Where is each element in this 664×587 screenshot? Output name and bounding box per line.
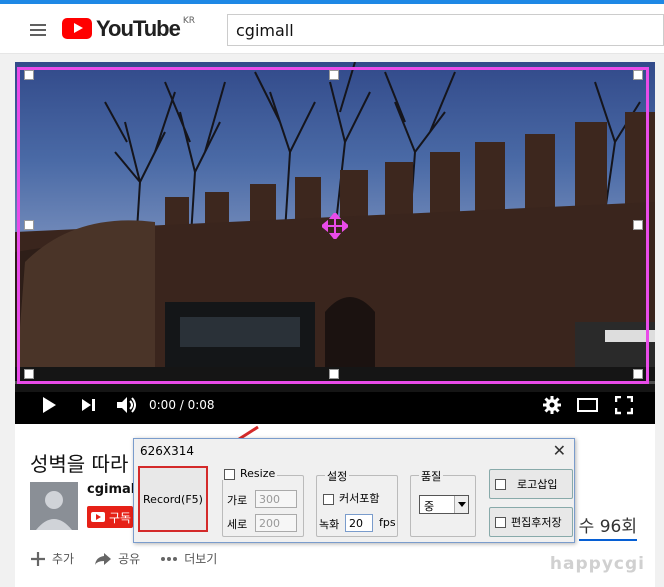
subscribe-play-icon	[91, 512, 105, 522]
logo-insert-button[interactable]: 로고삽입	[489, 469, 573, 499]
fullscreen-icon[interactable]	[615, 396, 633, 416]
search-input[interactable]: cgimall	[227, 14, 664, 46]
edit-save-label: 편집후저장	[511, 516, 562, 529]
next-icon[interactable]	[81, 398, 97, 418]
quality-group-label: 품질	[419, 468, 444, 484]
channel-name[interactable]: cgimall	[87, 482, 140, 497]
resize-handle-bottom-right[interactable]	[633, 369, 643, 379]
play-icon[interactable]	[41, 396, 57, 416]
add-label: 추가	[52, 552, 75, 566]
cursor-label: 커서포함	[339, 492, 380, 505]
theater-mode-icon[interactable]	[577, 397, 599, 417]
resize-handle-middle-left[interactable]	[24, 220, 34, 230]
resize-handle-bottom-left[interactable]	[24, 369, 34, 379]
cursor-option[interactable]: 커서포함	[323, 490, 379, 506]
logo-insert-checkbox[interactable]	[495, 478, 506, 490]
move-crosshair-icon[interactable]	[322, 213, 348, 239]
resize-handle-top-right[interactable]	[633, 70, 643, 80]
recorder-dialog: 626X314 ✕ Record(F5) Resize 가로 300 세로 20…	[133, 438, 575, 543]
plus-icon	[31, 551, 45, 566]
resize-handle-top-left[interactable]	[24, 70, 34, 80]
fps-prefix-label: 녹화	[319, 518, 340, 531]
watermark: happycgi	[549, 554, 645, 574]
resize-handle-top-center[interactable]	[329, 70, 339, 80]
resize-label: Resize	[240, 467, 276, 480]
video-title: 성벽을 따라	[30, 452, 129, 476]
close-icon[interactable]: ✕	[553, 441, 566, 460]
chevron-down-icon[interactable]	[454, 496, 468, 513]
width-label: 가로	[227, 494, 248, 507]
country-code: KR	[182, 16, 195, 26]
resize-handle-middle-right[interactable]	[633, 220, 643, 230]
subscribe-label: 구독	[109, 510, 132, 525]
youtube-play-icon	[62, 18, 92, 39]
settings-group-label: 설정	[325, 468, 350, 484]
quality-select[interactable]: 중	[419, 495, 469, 514]
view-count: 수 96회	[578, 512, 637, 541]
cursor-checkbox[interactable]	[323, 493, 334, 505]
settings-group: 설정 커서포함 녹화 20 fps	[316, 468, 398, 537]
youtube-logo[interactable]: YouTube KR	[62, 16, 195, 42]
quality-value: 중	[424, 500, 435, 513]
settings-gear-icon[interactable]	[543, 396, 561, 416]
dialog-title: 626X314	[140, 444, 195, 458]
width-field[interactable]: 300	[255, 490, 297, 508]
fps-unit-label: fps	[379, 516, 396, 529]
time-display: 0:00 / 0:08	[149, 398, 215, 412]
add-button[interactable]: 추가	[30, 550, 74, 567]
resize-checkbox[interactable]	[224, 468, 235, 480]
resize-group-header: Resize	[222, 467, 278, 480]
video-actions: 추가 공유 더보기	[30, 550, 217, 567]
fps-field[interactable]: 20	[345, 514, 373, 532]
edit-save-button[interactable]: 편집후저장	[489, 507, 573, 537]
resize-handle-bottom-center[interactable]	[329, 369, 339, 379]
share-icon	[95, 552, 112, 565]
avatar-person-icon	[36, 491, 72, 530]
logo-insert-label: 로고삽입	[517, 478, 558, 491]
share-label: 공유	[118, 552, 141, 566]
menu-icon[interactable]	[30, 24, 46, 36]
more-dots-icon	[161, 556, 178, 561]
edit-save-checkbox[interactable]	[495, 516, 506, 528]
masthead: YouTube KR cgimall	[0, 4, 664, 54]
logo-text: YouTube	[96, 16, 181, 41]
share-button[interactable]: 공유	[94, 550, 140, 567]
height-field[interactable]: 200	[255, 514, 297, 532]
record-button[interactable]: Record(F5)	[138, 466, 208, 532]
player-controls: 0:00 / 0:08	[15, 387, 655, 424]
channel-avatar[interactable]	[30, 482, 78, 530]
resize-group: Resize 가로 300 세로 200	[222, 467, 304, 537]
quality-group: 품질 중	[410, 468, 476, 537]
more-label: 더보기	[184, 552, 218, 566]
subscribe-button[interactable]: 구독	[87, 506, 133, 528]
more-button[interactable]: 더보기	[160, 550, 217, 567]
height-label: 세로	[227, 518, 248, 531]
volume-icon[interactable]	[115, 395, 137, 415]
